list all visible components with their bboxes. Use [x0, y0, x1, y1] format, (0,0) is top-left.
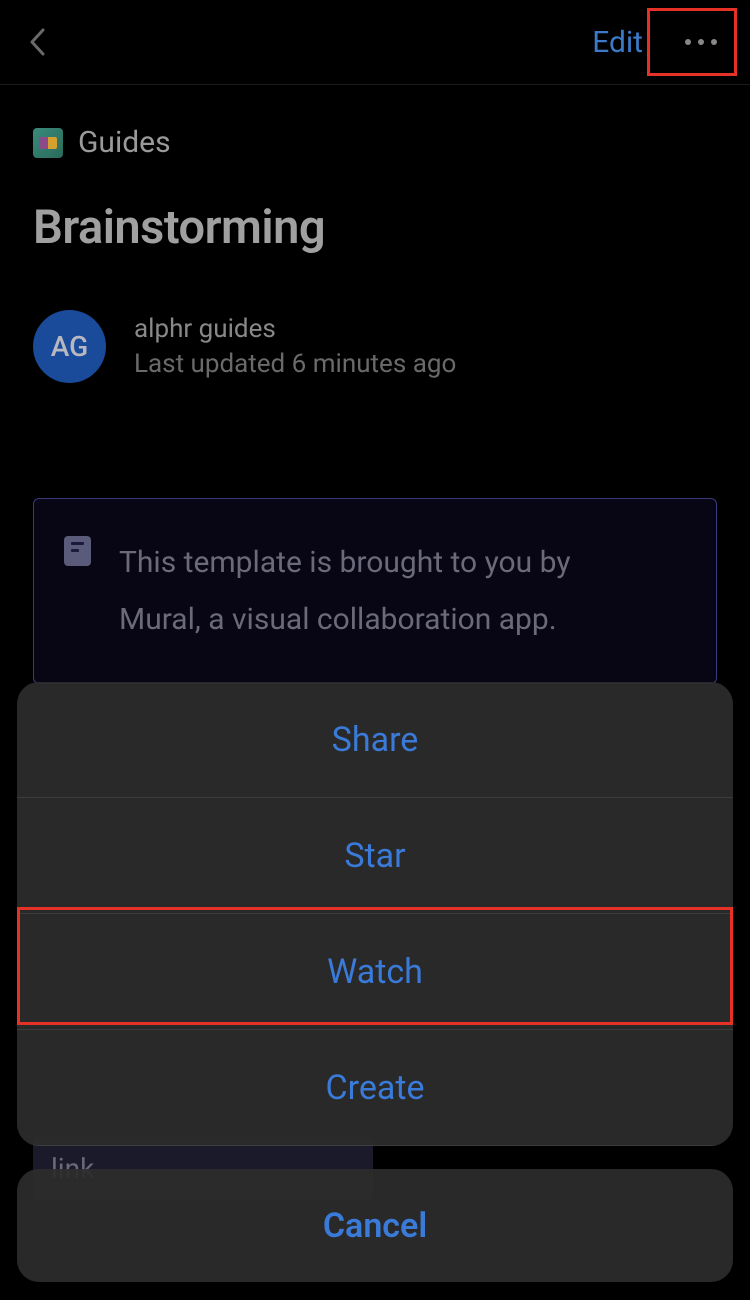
- breadcrumb-label: Guides: [78, 125, 171, 160]
- info-panel-text: This template is brought to you by Mural…: [119, 534, 659, 648]
- last-updated: Last updated 6 minutes ago: [134, 349, 456, 379]
- chevron-left-icon: [29, 28, 45, 56]
- back-button[interactable]: [22, 27, 52, 57]
- space-icon: [33, 128, 63, 158]
- more-options-button[interactable]: [673, 22, 728, 62]
- star-button[interactable]: Star: [17, 798, 733, 914]
- action-sheet-group: Share Star Watch Create: [17, 682, 733, 1146]
- avatar[interactable]: AG: [33, 310, 106, 383]
- watch-button[interactable]: Watch: [17, 914, 733, 1030]
- ellipsis-icon: [685, 39, 691, 45]
- action-sheet: Share Star Watch Create Cancel: [17, 682, 733, 1282]
- edit-button[interactable]: Edit: [592, 25, 643, 60]
- note-icon: [64, 536, 91, 566]
- page-title: Brainstorming: [33, 200, 717, 255]
- cancel-button[interactable]: Cancel: [17, 1169, 733, 1282]
- share-button[interactable]: Share: [17, 682, 733, 798]
- author-name: alphr guides: [134, 314, 456, 344]
- author-row: AG alphr guides Last updated 6 minutes a…: [33, 310, 717, 383]
- header: Edit: [0, 0, 750, 85]
- create-button[interactable]: Create: [17, 1030, 733, 1146]
- header-actions: Edit: [592, 22, 728, 62]
- breadcrumb[interactable]: Guides: [33, 125, 717, 160]
- info-panel: This template is brought to you by Mural…: [33, 498, 717, 684]
- page-content: Guides Brainstorming AG alphr guides Las…: [0, 85, 750, 684]
- author-info: alphr guides Last updated 6 minutes ago: [134, 314, 456, 379]
